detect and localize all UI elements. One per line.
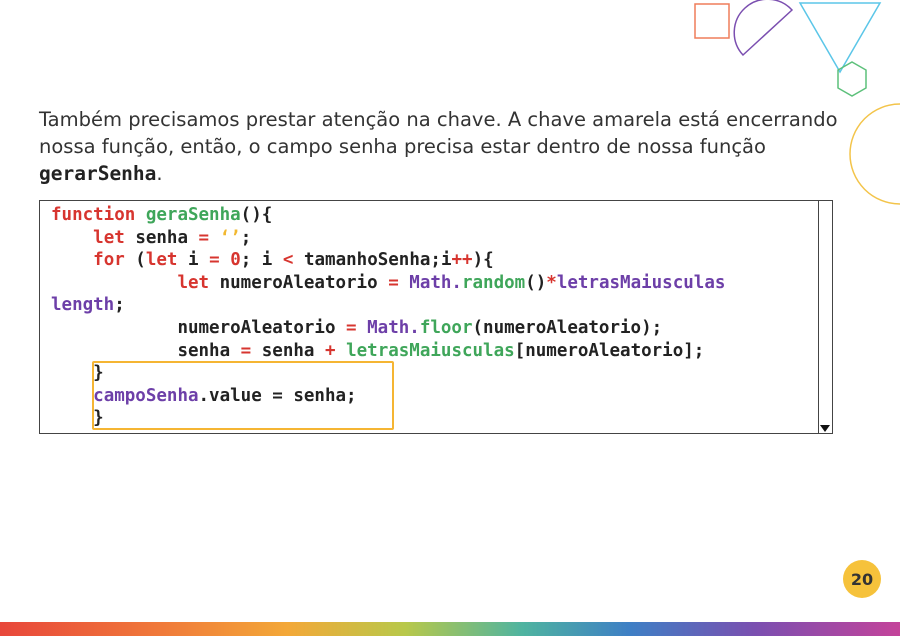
triangle-outline-icon	[798, 2, 882, 74]
highlight-box	[92, 361, 394, 430]
circle-outline-icon	[849, 103, 900, 205]
vertical-scrollbar[interactable]	[818, 201, 832, 433]
explanation-paragraph: Também precisamos prestar atenção na cha…	[39, 108, 838, 185]
scroll-down-arrow-icon[interactable]	[820, 425, 830, 432]
square-outline-icon	[694, 3, 730, 39]
half-circle-outline-icon	[733, 0, 794, 57]
rainbow-footer-bar	[0, 622, 900, 636]
page-number-badge: 20	[843, 560, 881, 598]
function-name-inline-code: gerarSenha	[39, 162, 157, 185]
hexagon-outline-icon	[837, 61, 867, 97]
